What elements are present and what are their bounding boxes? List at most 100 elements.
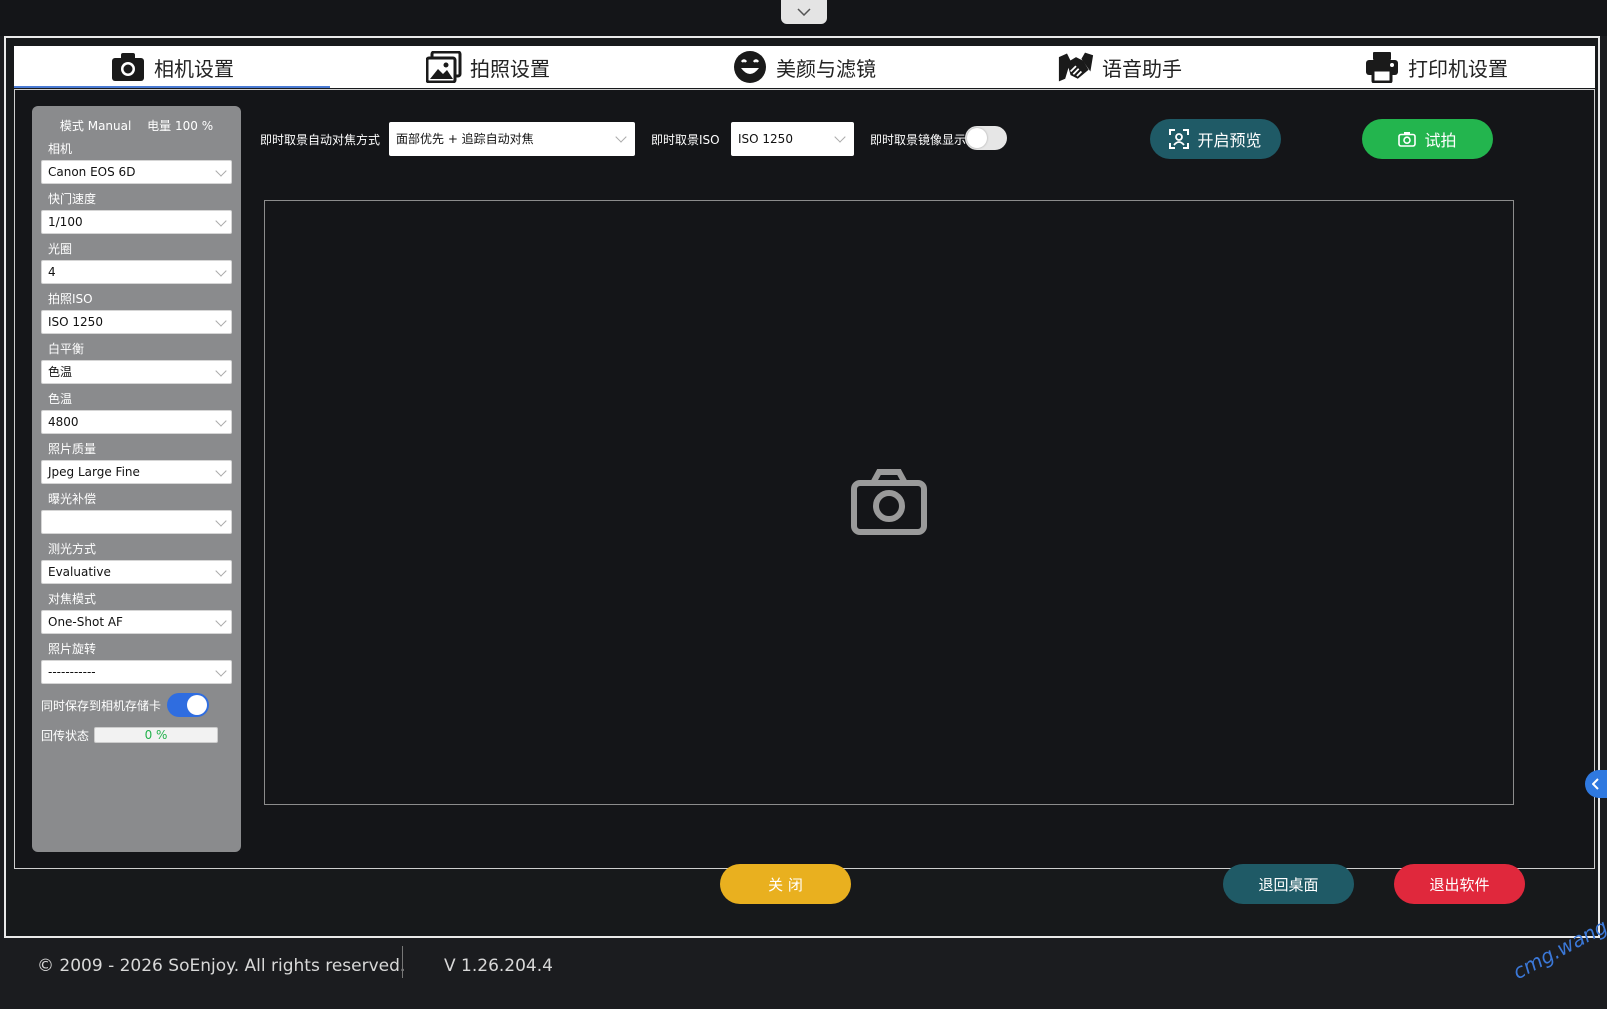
mirror-display-label: 即时取景镜像显示 bbox=[870, 133, 967, 147]
select-value: 面部优先 + 追踪自动对焦 bbox=[396, 132, 534, 146]
select-value: 色温 bbox=[48, 365, 73, 379]
transfer-status-label: 回传状态 bbox=[41, 728, 90, 743]
tab-camera-settings[interactable]: 相机设置 bbox=[14, 46, 330, 88]
select-value: Jpeg Large Fine bbox=[48, 465, 140, 479]
chevron-down-icon bbox=[215, 365, 227, 377]
back-to-desktop-button[interactable]: 退回桌面 bbox=[1223, 864, 1354, 904]
save-to-card-toggle[interactable] bbox=[167, 693, 210, 717]
color-temperature-select[interactable]: 4800 bbox=[41, 410, 232, 434]
select-value: 4800 bbox=[48, 415, 79, 429]
focus-mode-label: 对焦模式 bbox=[48, 592, 97, 606]
chevron-down-icon bbox=[834, 131, 846, 143]
face-scan-icon bbox=[1169, 129, 1190, 149]
photo-rotation-label: 照片旋转 bbox=[48, 642, 97, 656]
collapse-handle[interactable] bbox=[781, 0, 827, 24]
camera-icon bbox=[110, 50, 146, 84]
footer-divider bbox=[402, 946, 403, 978]
select-value: ----------- bbox=[48, 665, 96, 679]
chevron-down-icon bbox=[215, 665, 227, 677]
button-label: 退回桌面 bbox=[1258, 875, 1319, 894]
select-value: Evaluative bbox=[48, 565, 111, 579]
chevron-down-icon bbox=[215, 465, 227, 477]
camera-settings-panel: 模式 Manual 电量 100 % 相机 Canon EOS 6D 快门速度 … bbox=[14, 89, 1595, 869]
photo-rotation-select[interactable]: ----------- bbox=[41, 660, 232, 684]
chevron-down-icon bbox=[215, 265, 227, 277]
test-shot-button[interactable]: 试拍 bbox=[1362, 119, 1493, 159]
camera-select[interactable]: Canon EOS 6D bbox=[41, 160, 232, 184]
battery-text: 电量 100 % bbox=[147, 119, 214, 133]
liveview-preview-area bbox=[264, 200, 1514, 805]
exposure-compensation-label: 曝光补偿 bbox=[48, 492, 97, 506]
select-value: ISO 1250 bbox=[48, 315, 103, 329]
tab-label: 打印机设置 bbox=[1408, 56, 1508, 81]
color-temperature-label: 色温 bbox=[48, 392, 73, 406]
photo-quality-label: 照片质量 bbox=[48, 442, 97, 456]
footer: © 2009 - 2026 SoEnjoy. All rights reserv… bbox=[0, 940, 1607, 1000]
toggle-knob bbox=[187, 695, 208, 715]
white-balance-select[interactable]: 色温 bbox=[41, 360, 232, 384]
shutter-speed-select[interactable]: 1/100 bbox=[41, 210, 232, 234]
chevron-down-icon bbox=[615, 131, 627, 143]
liveview-iso-label: 即时取景ISO bbox=[651, 133, 720, 147]
af-method-select[interactable]: 面部优先 + 追踪自动对焦 bbox=[389, 122, 635, 156]
button-label: 开启预览 bbox=[1197, 131, 1262, 150]
chevron-down-icon bbox=[215, 215, 227, 227]
chevron-down-icon bbox=[797, 8, 811, 16]
chevron-down-icon bbox=[215, 515, 227, 527]
select-value: 1/100 bbox=[48, 215, 83, 229]
exit-software-button[interactable]: 退出软件 bbox=[1394, 864, 1525, 904]
photo-quality-select[interactable]: Jpeg Large Fine bbox=[41, 460, 232, 484]
photo-iso-label: 拍照ISO bbox=[48, 292, 93, 306]
transfer-progress-bar: 0 % bbox=[94, 727, 219, 743]
camera-parameters-sidebar: 模式 Manual 电量 100 % 相机 Canon EOS 6D 快门速度 … bbox=[32, 106, 241, 852]
tab-printer-settings[interactable]: 打印机设置 bbox=[1278, 46, 1594, 88]
button-label: 退出软件 bbox=[1429, 875, 1490, 894]
metering-mode-label: 测光方式 bbox=[48, 542, 97, 556]
mirror-display-toggle[interactable] bbox=[965, 126, 1007, 150]
white-balance-label: 白平衡 bbox=[48, 342, 85, 356]
close-button[interactable]: 关 闭 bbox=[720, 864, 851, 904]
transfer-status-row: 回传状态 0 % bbox=[41, 722, 232, 748]
tab-photo-settings[interactable]: 拍照设置 bbox=[330, 46, 646, 88]
side-drawer-toggle[interactable] bbox=[1585, 770, 1607, 798]
save-to-card-row: 同时保存到相机存储卡 bbox=[41, 688, 232, 722]
chevron-down-icon bbox=[215, 565, 227, 577]
photo-iso-select[interactable]: ISO 1250 bbox=[41, 310, 232, 334]
tab-label: 美颜与滤镜 bbox=[776, 56, 876, 81]
aperture-select[interactable]: 4 bbox=[41, 260, 232, 284]
camera-label: 相机 bbox=[48, 142, 73, 156]
chevron-down-icon bbox=[215, 315, 227, 327]
tab-voice-assistant[interactable]: 语音助手 bbox=[962, 46, 1278, 88]
save-to-card-label: 同时保存到相机存储卡 bbox=[41, 698, 162, 713]
select-value: ISO 1250 bbox=[738, 132, 793, 146]
aperture-label: 光圈 bbox=[48, 242, 73, 256]
smile-icon bbox=[732, 50, 768, 84]
exposure-compensation-select[interactable] bbox=[41, 510, 232, 534]
chevron-down-icon bbox=[215, 415, 227, 427]
chevron-down-icon bbox=[215, 165, 227, 177]
tab-beauty-filters[interactable]: 美颜与滤镜 bbox=[646, 46, 962, 88]
toggle-knob bbox=[967, 128, 987, 148]
camera-status-header: 模式 Manual 电量 100 % bbox=[41, 114, 232, 138]
button-label: 关 闭 bbox=[768, 875, 803, 894]
transfer-percent: 0 % bbox=[144, 728, 168, 742]
tab-label: 拍照设置 bbox=[470, 56, 550, 81]
select-value: 4 bbox=[48, 265, 56, 279]
tab-label: 相机设置 bbox=[154, 56, 234, 81]
copyright-text: © 2009 - 2026 SoEnjoy. All rights reserv… bbox=[37, 956, 406, 976]
liveview-iso-select[interactable]: ISO 1250 bbox=[731, 122, 854, 156]
tab-bar: 相机设置 拍照设置 美颜与滤镜 语音助手 打印机设置 bbox=[14, 46, 1595, 88]
camera-icon bbox=[1398, 132, 1417, 147]
start-preview-button[interactable]: 开启预览 bbox=[1150, 119, 1281, 159]
app-root: 相机设置 拍照设置 美颜与滤镜 语音助手 打印机设置 模式 Manual 电量 … bbox=[0, 0, 1607, 1009]
metering-mode-select[interactable]: Evaluative bbox=[41, 560, 232, 584]
settings-modal: 相机设置 拍照设置 美颜与滤镜 语音助手 打印机设置 模式 Manual 电量 … bbox=[4, 36, 1600, 938]
button-label: 试拍 bbox=[1424, 131, 1457, 150]
shutter-speed-label: 快门速度 bbox=[48, 192, 97, 206]
handshake-icon bbox=[1058, 50, 1094, 84]
gallery-icon bbox=[426, 50, 462, 84]
version-text: V 1.26.204.4 bbox=[444, 956, 553, 976]
tab-label: 语音助手 bbox=[1102, 56, 1182, 81]
mode-text: 模式 Manual bbox=[59, 119, 132, 133]
focus-mode-select[interactable]: One-Shot AF bbox=[41, 610, 232, 634]
